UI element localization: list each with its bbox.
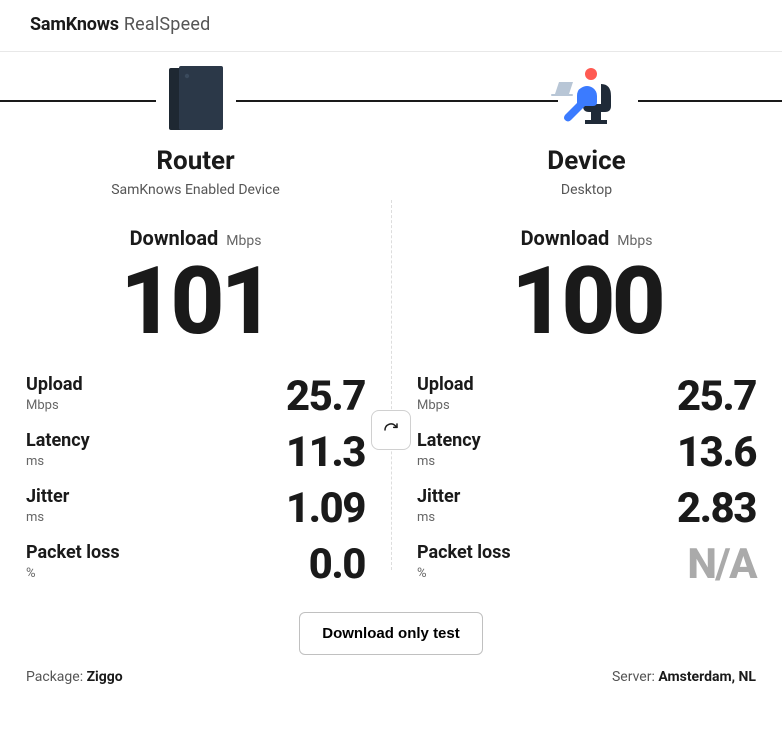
- device-jitter-row: Jitter ms 2.83: [417, 488, 756, 530]
- router-column: Router SamKnows Enabled Device Download …: [0, 140, 391, 600]
- router-jitter-unit: ms: [26, 510, 69, 525]
- device-upload-label: Upload: [417, 376, 474, 394]
- footer-button-row: Download only test: [0, 612, 782, 655]
- device-jitter-label: Jitter: [417, 488, 460, 506]
- router-packetloss-row: Packet loss % 0.0: [26, 544, 365, 586]
- header: SamKnows RealSpeed: [0, 0, 782, 52]
- router-jitter-value: 1.09: [286, 488, 365, 530]
- device-upload-row: Upload Mbps 25.7: [417, 376, 756, 418]
- device-latency-row: Latency ms 13.6: [417, 432, 756, 474]
- router-packetloss-unit: %: [26, 566, 120, 581]
- package-info: Package: Ziggo: [26, 669, 123, 685]
- device-jitter-unit: ms: [417, 510, 460, 525]
- device-jitter-value: 2.83: [677, 488, 756, 530]
- device-subtitle: Desktop: [417, 182, 756, 198]
- router-upload-unit: Mbps: [26, 398, 83, 413]
- device-upload-value: 25.7: [677, 376, 756, 418]
- device-latency-label: Latency: [417, 432, 481, 450]
- device-metrics: Upload Mbps 25.7 Latency ms 13.6 Jitter …: [417, 376, 756, 586]
- refresh-button[interactable]: [371, 410, 411, 450]
- device-column: Device Desktop Download Mbps 100 Upload …: [391, 140, 782, 600]
- results-columns: Router SamKnows Enabled Device Download …: [0, 140, 782, 600]
- router-packetloss-value: 0.0: [309, 544, 365, 586]
- device-packetloss-unit: %: [417, 566, 511, 581]
- router-jitter-label: Jitter: [26, 488, 69, 506]
- device-download-value: 100: [417, 254, 756, 348]
- device-title: Device: [417, 146, 756, 176]
- column-divider: [391, 200, 392, 570]
- person-at-desk-icon: [391, 66, 782, 134]
- router-upload-label: Upload: [26, 376, 83, 394]
- server-value: Amsterdam, NL: [658, 669, 756, 685]
- device-upload-unit: Mbps: [417, 398, 474, 413]
- package-label: Package:: [26, 669, 87, 685]
- router-icon: [0, 66, 391, 132]
- download-only-test-button[interactable]: Download only test: [299, 612, 483, 655]
- device-packetloss-row: Packet loss % N/A: [417, 544, 756, 586]
- router-subtitle: SamKnows Enabled Device: [26, 182, 365, 198]
- device-packetloss-label: Packet loss: [417, 544, 511, 562]
- router-latency-unit: ms: [26, 454, 90, 469]
- logo-light: RealSpeed: [124, 14, 211, 35]
- package-value: Ziggo: [87, 669, 123, 685]
- router-metrics: Upload Mbps 25.7 Latency ms 11.3 Jitter …: [26, 376, 365, 586]
- footer-meta: Package: Ziggo Server: Amsterdam, NL: [0, 655, 782, 685]
- server-info: Server: Amsterdam, NL: [612, 669, 756, 685]
- device-latency-unit: ms: [417, 454, 481, 469]
- router-jitter-row: Jitter ms 1.09: [26, 488, 365, 530]
- router-packetloss-label: Packet loss: [26, 544, 120, 562]
- router-latency-row: Latency ms 11.3: [26, 432, 365, 474]
- router-download-value: 101: [26, 254, 365, 348]
- router-upload-row: Upload Mbps 25.7: [26, 376, 365, 418]
- connection-diagram: [0, 52, 782, 140]
- router-title: Router: [26, 146, 365, 176]
- refresh-icon: [383, 422, 399, 438]
- router-latency-value: 11.3: [286, 432, 365, 474]
- router-upload-value: 25.7: [286, 376, 365, 418]
- server-label: Server:: [612, 669, 658, 685]
- logo-bold: SamKnows: [30, 14, 119, 35]
- router-latency-label: Latency: [26, 432, 90, 450]
- device-latency-value: 13.6: [677, 432, 756, 474]
- device-packetloss-value: N/A: [687, 544, 756, 586]
